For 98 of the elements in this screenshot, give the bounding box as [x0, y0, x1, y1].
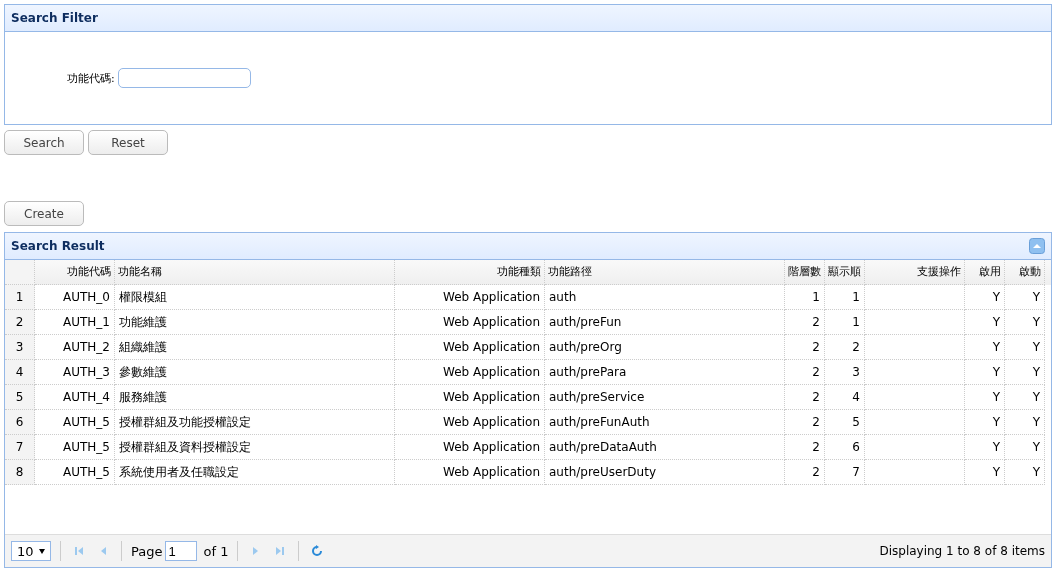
table-cell: Y: [1005, 360, 1045, 385]
row-number: 8: [5, 460, 35, 485]
search-button[interactable]: Search: [4, 130, 84, 155]
table-cell: Y: [1005, 285, 1045, 310]
table-cell: Y: [965, 410, 1005, 435]
table-cell: 系統使用者及任職設定: [115, 460, 395, 485]
table-cell: 1: [785, 285, 825, 310]
column-header[interactable]: 功能種類: [395, 260, 545, 285]
collapse-icon[interactable]: [1029, 238, 1045, 254]
table-cell: AUTH_5: [35, 435, 115, 460]
table-cell: Y: [965, 310, 1005, 335]
table-cell: Web Application: [395, 285, 545, 310]
page-size-select[interactable]: 10: [11, 541, 51, 561]
table-cell: 1: [825, 285, 865, 310]
last-page-icon[interactable]: [274, 545, 287, 557]
dropdown-arrow-icon: [39, 548, 45, 554]
row-number: 3: [5, 335, 35, 360]
column-header[interactable]: 啟動: [1005, 260, 1045, 285]
column-header[interactable]: 功能代碼: [35, 260, 115, 285]
row-number: 5: [5, 385, 35, 410]
table-cell: Y: [965, 285, 1005, 310]
table-cell: 5: [825, 410, 865, 435]
table-cell: Web Application: [395, 385, 545, 410]
table-cell: Y: [1005, 385, 1045, 410]
table-cell: Y: [965, 385, 1005, 410]
table-cell: 參數維護: [115, 360, 395, 385]
table-cell: Y: [1005, 310, 1045, 335]
table-cell: 權限模組: [115, 285, 395, 310]
table-cell: AUTH_0: [35, 285, 115, 310]
table-cell: Web Application: [395, 410, 545, 435]
table-cell: Y: [1005, 335, 1045, 360]
row-number: 7: [5, 435, 35, 460]
table-cell: auth/preFun: [545, 310, 785, 335]
table-cell: 2: [785, 385, 825, 410]
table-cell: 2: [785, 310, 825, 335]
refresh-icon[interactable]: [311, 545, 324, 557]
table-cell: Y: [1005, 410, 1045, 435]
column-header[interactable]: 啟用: [965, 260, 1005, 285]
table-cell: AUTH_2: [35, 335, 115, 360]
row-number: 1: [5, 285, 35, 310]
first-page-icon[interactable]: [73, 545, 85, 557]
table-cell: 2: [785, 335, 825, 360]
table-cell: 2: [785, 360, 825, 385]
table-cell: auth/preService: [545, 385, 785, 410]
table-cell: AUTH_5: [35, 460, 115, 485]
table-cell: auth/preFunAuth: [545, 410, 785, 435]
create-button[interactable]: Create: [4, 201, 84, 226]
table-cell: AUTH_5: [35, 410, 115, 435]
column-header[interactable]: 功能路徑: [545, 260, 785, 285]
table-cell: Web Application: [395, 360, 545, 385]
table-cell: auth/preOrg: [545, 335, 785, 360]
reset-button[interactable]: Reset: [88, 130, 168, 155]
table-cell: 2: [785, 435, 825, 460]
row-number: 2: [5, 310, 35, 335]
table-cell: auth/preDataAuth: [545, 435, 785, 460]
table-cell: 授權群組及功能授權設定: [115, 410, 395, 435]
page-label: Page: [131, 543, 163, 559]
table-cell: Y: [1005, 460, 1045, 485]
column-header[interactable]: 階層數: [785, 260, 825, 285]
table-cell: Y: [965, 460, 1005, 485]
column-header[interactable]: 功能名稱: [115, 260, 395, 285]
table-cell: 1: [825, 310, 865, 335]
field-label: 功能代碼:: [67, 70, 115, 86]
table-cell: Y: [965, 360, 1005, 385]
table-cell: Web Application: [395, 310, 545, 335]
table-cell: auth/preUserDuty: [545, 460, 785, 485]
page-number-field[interactable]: 1: [165, 541, 198, 561]
table-cell: 2: [825, 335, 865, 360]
row-number: 6: [5, 410, 35, 435]
table-cell: auth: [545, 285, 785, 310]
table-cell: auth/prePara: [545, 360, 785, 385]
page-count: of 1: [203, 543, 229, 559]
table-cell: 功能維護: [115, 310, 395, 335]
table-cell: 服務維護: [115, 385, 395, 410]
table-cell: 組織維護: [115, 335, 395, 360]
code-input-field[interactable]: [117, 68, 251, 88]
table-cell: AUTH_3: [35, 360, 115, 385]
table-cell: Y: [965, 435, 1005, 460]
column-header[interactable]: 支援操作: [865, 260, 965, 285]
table-cell: 6: [825, 435, 865, 460]
table-cell: Y: [1005, 435, 1045, 460]
table-cell: 授權群組及資料授權設定: [115, 435, 395, 460]
table-cell: 3: [825, 360, 865, 385]
table-cell: Web Application: [395, 460, 545, 485]
panel-title: Search Result: [11, 239, 105, 253]
table-cell: Y: [965, 335, 1005, 360]
table-cell: 2: [785, 460, 825, 485]
column-header[interactable]: 顯示順: [825, 260, 865, 285]
table-cell: 2: [785, 410, 825, 435]
row-number: 4: [5, 360, 35, 385]
table-cell: 4: [825, 385, 865, 410]
pager-summary: Displaying 1 to 8 of 8 items: [879, 544, 1045, 558]
table-cell: 7: [825, 460, 865, 485]
panel-title: Search Filter: [11, 11, 98, 25]
table-cell: Web Application: [395, 435, 545, 460]
table-cell: AUTH_4: [35, 385, 115, 410]
table-cell: AUTH_1: [35, 310, 115, 335]
table-cell: Web Application: [395, 335, 545, 360]
